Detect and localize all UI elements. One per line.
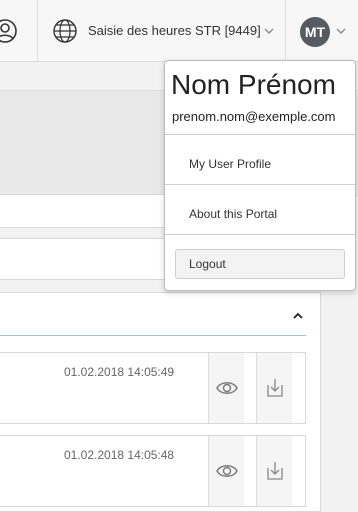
user-circle-icon	[0, 19, 17, 43]
documents-panel: 01.02.2018 14:05:49 01.02.2018 14:05:48	[0, 292, 321, 512]
chevron-down-icon	[336, 28, 346, 34]
download-button[interactable]	[256, 436, 292, 506]
download-icon	[267, 379, 283, 397]
top-bar: Saisie des heures STR [9449] MT	[0, 0, 358, 62]
list-item: 01.02.2018 14:05:48	[0, 435, 306, 507]
item-date: 01.02.2018 14:05:48	[64, 448, 175, 462]
divider	[165, 184, 355, 185]
menu-item-about-portal[interactable]: About this Portal	[189, 207, 277, 221]
eye-icon	[216, 382, 238, 394]
item-date: 01.02.2018 14:05:49	[64, 365, 175, 379]
view-button[interactable]	[208, 353, 244, 423]
user-email: prenom.nom@exemple.com	[172, 109, 336, 124]
list-item: 01.02.2018 14:05:49	[0, 352, 306, 424]
logout-button[interactable]: Logout	[175, 249, 345, 279]
menu-item-user-profile[interactable]: My User Profile	[189, 157, 271, 171]
globe-icon	[53, 19, 77, 43]
divider	[165, 234, 355, 235]
avatar: MT	[300, 17, 330, 47]
divider	[165, 134, 355, 135]
chevron-down-icon	[264, 28, 274, 34]
portal-label: Saisie des heures STR [9449]	[88, 23, 261, 38]
eye-icon	[216, 465, 238, 477]
user-icon-button[interactable]	[0, 0, 38, 62]
panel-header[interactable]	[0, 293, 306, 336]
user-dropdown-menu: Nom Prénom prenom.nom@exemple.com My Use…	[164, 60, 356, 291]
portal-selector[interactable]: Saisie des heures STR [9449]	[38, 0, 286, 62]
chevron-up-icon[interactable]	[292, 311, 304, 319]
user-menu-toggle[interactable]: MT	[286, 0, 358, 62]
view-button[interactable]	[208, 436, 244, 506]
download-icon	[267, 462, 283, 480]
user-name: Nom Prénom	[171, 69, 336, 100]
download-button[interactable]	[256, 353, 292, 423]
